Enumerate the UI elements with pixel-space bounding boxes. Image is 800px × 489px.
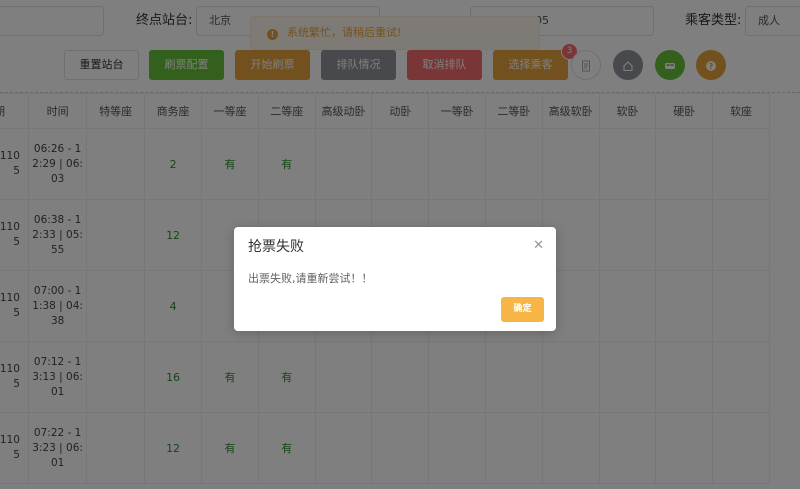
dialog-title: 抢票失败: [248, 239, 304, 255]
dialog-message: 出票失败,请重新尝试！！: [248, 272, 373, 285]
close-icon[interactable]: ✕: [533, 238, 544, 253]
confirm-button[interactable]: 确定: [501, 297, 544, 322]
grab-failed-dialog: 抢票失败 ✕ 出票失败,请重新尝试！！ 确定: [234, 227, 556, 331]
